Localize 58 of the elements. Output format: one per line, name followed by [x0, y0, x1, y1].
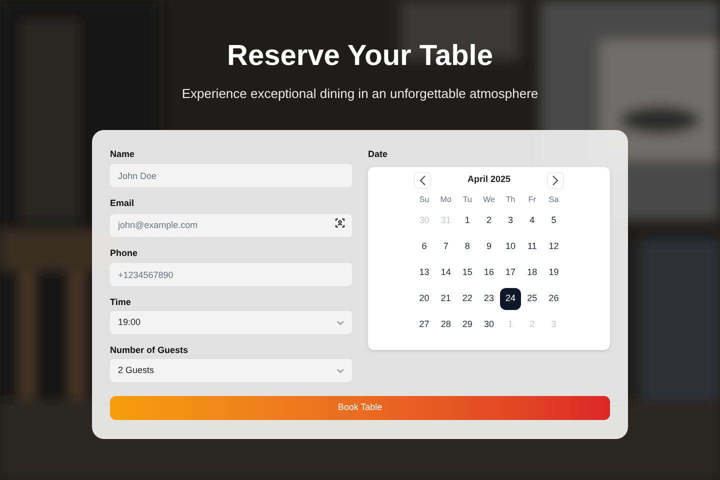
- field-label: Time: [110, 297, 132, 308]
- field-label: Phone: [110, 248, 139, 258]
- calendar-day[interactable]: 3: [500, 210, 522, 232]
- select-field[interactable]: 19:00: [110, 311, 352, 334]
- calendar-day[interactable]: 21: [435, 288, 456, 310]
- weekday-label: Th: [504, 194, 516, 206]
- calendar-day[interactable]: 6: [414, 236, 435, 258]
- next-month-button[interactable]: [547, 172, 564, 188]
- scan-face-icon: [335, 218, 345, 228]
- input-field[interactable]: +1234567890: [110, 263, 352, 286]
- calendar-day[interactable]: 24: [500, 288, 522, 310]
- calendar-day[interactable]: 10: [500, 236, 522, 258]
- input-field[interactable]: John Doe: [110, 164, 352, 187]
- weekday-label: We: [482, 194, 496, 206]
- calendar-day[interactable]: 8: [456, 236, 478, 258]
- weekday-label: Mo: [439, 194, 452, 206]
- field-label: Date: [368, 148, 389, 160]
- chevron-down-icon: [337, 320, 344, 324]
- calendar-day[interactable]: 14: [435, 262, 456, 284]
- field-label: Email: [110, 198, 136, 209]
- page-subtitle: Experience exceptional dining in an unforgettable atmosphere: [182, 85, 538, 103]
- calendar-day[interactable]: 5: [543, 210, 564, 232]
- chevron-down-icon: [337, 368, 344, 372]
- calendar-day[interactable]: 20: [414, 288, 435, 310]
- chevron-right-icon: [552, 174, 559, 186]
- calendar-day[interactable]: 1: [456, 210, 478, 232]
- calendar-day[interactable]: 13: [414, 262, 435, 284]
- calendar-day[interactable]: 12: [543, 236, 564, 258]
- weekday-label: Fr: [527, 194, 537, 206]
- calendar-day[interactable]: 9: [478, 236, 500, 258]
- page-title: Reserve Your Table: [227, 39, 493, 74]
- calendar-day[interactable]: 26: [543, 288, 564, 310]
- calendar-day[interactable]: 25: [522, 288, 543, 310]
- weekday-label: Tu: [462, 194, 473, 206]
- field-label: Number of Guests: [110, 345, 190, 356]
- calendar-day[interactable]: 15: [456, 262, 478, 284]
- calendar-day[interactable]: 4: [522, 210, 543, 232]
- calendar-day[interactable]: 23: [478, 288, 500, 310]
- calendar-day[interactable]: 17: [500, 262, 522, 284]
- calendar-day[interactable]: 27: [414, 314, 435, 336]
- calendar-day[interactable]: 11: [522, 236, 543, 258]
- calendar-day[interactable]: 16: [478, 262, 500, 284]
- calendar-day[interactable]: 19: [543, 262, 564, 284]
- calendar-day[interactable]: 28: [435, 314, 456, 336]
- calendar-day[interactable]: 22: [456, 288, 478, 310]
- calendar-day[interactable]: 30: [478, 314, 500, 336]
- calendar-day[interactable]: 2: [478, 210, 500, 232]
- weekday-label: Su: [418, 194, 430, 206]
- chevron-left-icon: [419, 174, 426, 186]
- input-field[interactable]: john@example.com: [110, 214, 352, 236]
- weekday-label: Sa: [548, 194, 560, 206]
- previous-month-button[interactable]: [414, 172, 431, 188]
- calendar-day[interactable]: 18: [522, 262, 543, 284]
- calendar-day[interactable]: 7: [435, 236, 456, 258]
- select-field[interactable]: 2 Guests: [110, 359, 352, 382]
- month-title: April 2025: [467, 173, 511, 186]
- calendar-day[interactable]: 29: [456, 314, 478, 336]
- field-label: Name: [110, 148, 136, 160]
